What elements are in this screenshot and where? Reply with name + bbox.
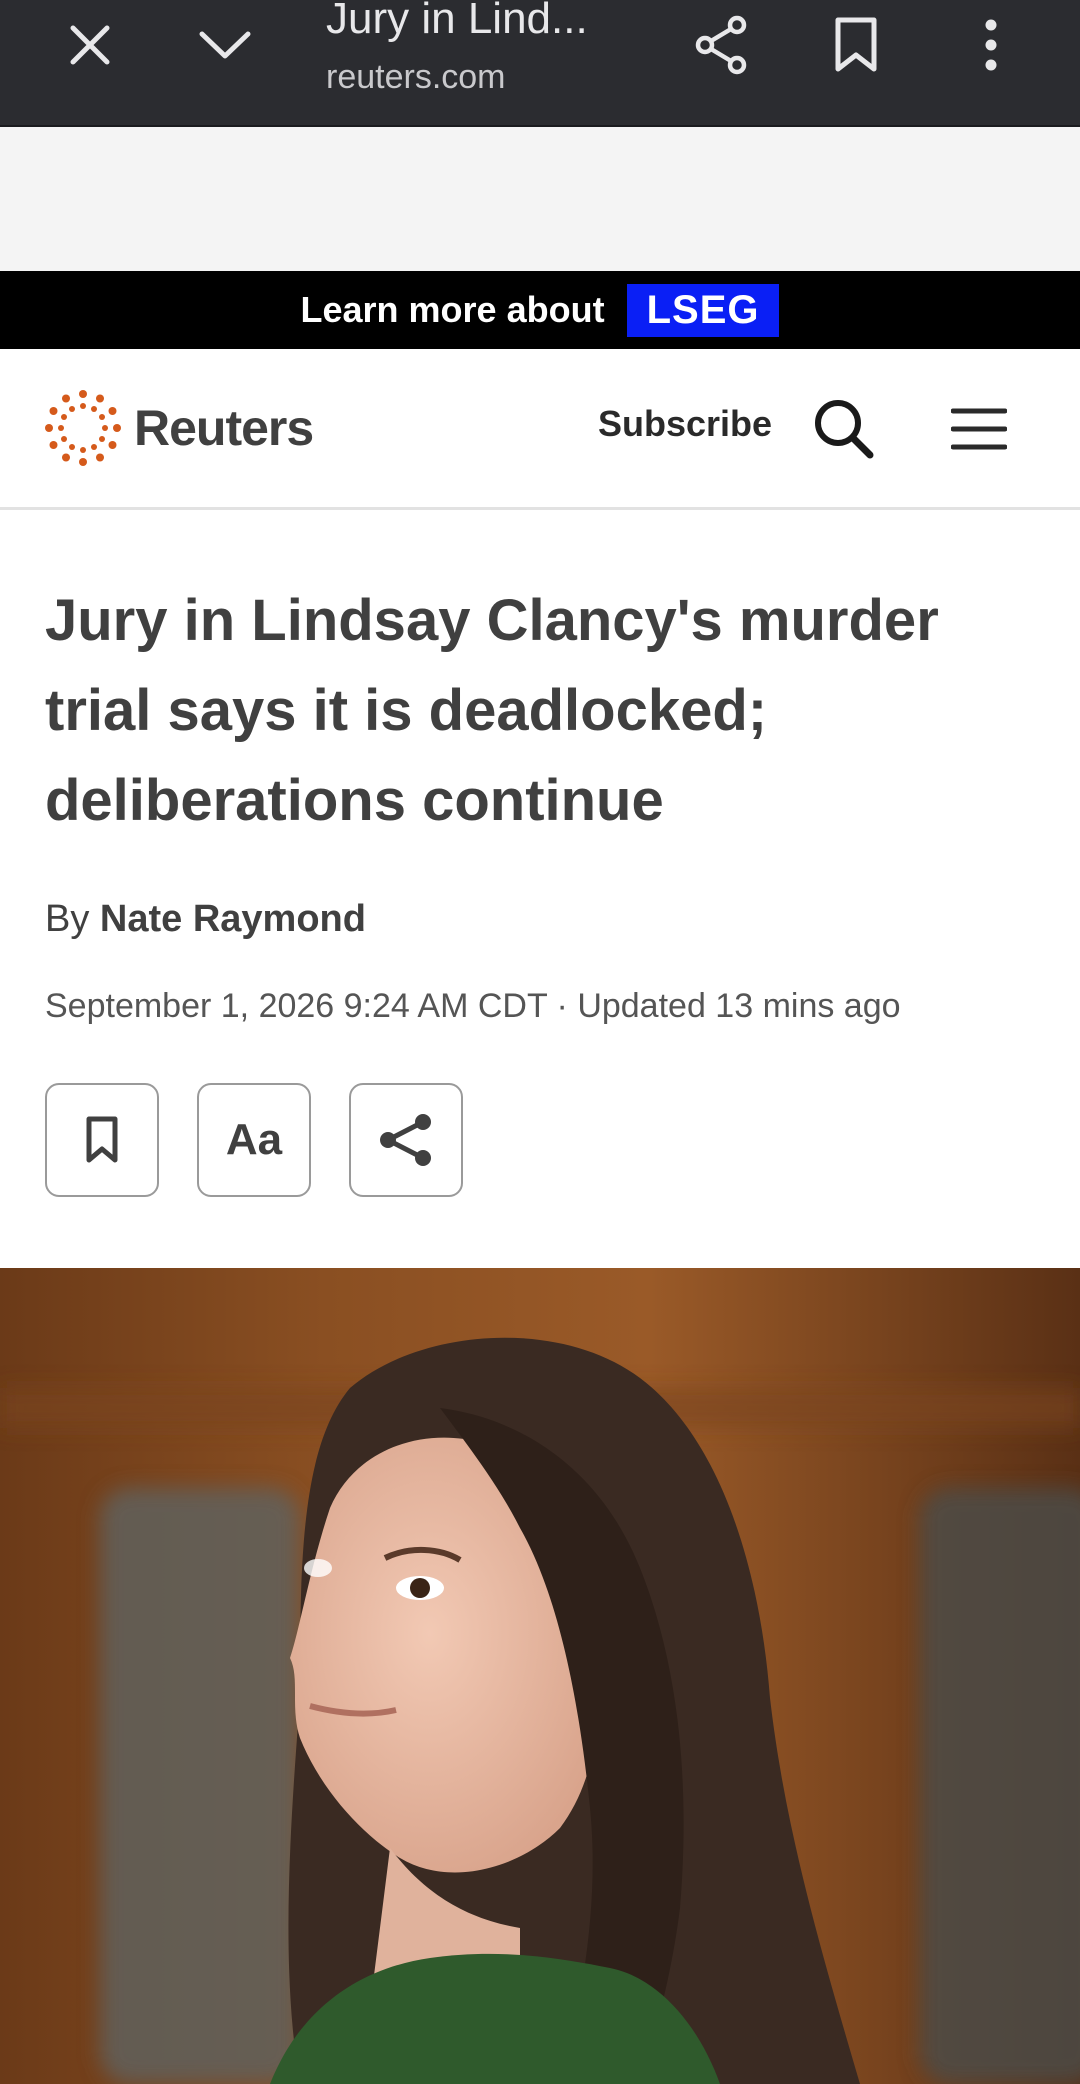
share-article-button[interactable] — [349, 1083, 463, 1197]
byline-prefix: By — [45, 898, 90, 940]
tab-title[interactable]: Jury in Lind... — [326, 0, 588, 44]
ad-brand: LSEG — [626, 283, 780, 337]
share-icon[interactable] — [676, 0, 766, 90]
lseg-ad-banner[interactable]: Learn more about LSEG — [0, 271, 1080, 349]
hamburger-menu-icon[interactable] — [944, 391, 1014, 467]
author-link[interactable]: Nate Raymond — [100, 898, 366, 940]
article-headline: Jury in Lindsay Clancy's murder trial sa… — [45, 588, 939, 833]
bookmark-icon — [86, 1116, 118, 1163]
save-article-button[interactable] — [45, 1083, 159, 1197]
ad-placeholder — [0, 127, 1080, 271]
text-size-button[interactable]: Aa — [197, 1083, 311, 1197]
article-photo — [0, 1268, 1080, 2084]
ad-text: Learn more about — [300, 289, 605, 330]
browser-toolbar: Jury in Lind... reuters.com — [0, 0, 1080, 127]
reuters-logo[interactable]: Reuters — [44, 389, 314, 467]
text-size-label: Aa — [225, 1115, 283, 1164]
site-header: Reuters Subscribe — [0, 349, 1080, 510]
more-vert-icon[interactable] — [946, 0, 1036, 90]
dateline: September 1, 2026 9:24 AM CDT · Updated … — [45, 987, 901, 1025]
share-icon — [380, 1114, 431, 1166]
logo-wordmark: Reuters — [134, 400, 314, 456]
chevron-down-icon[interactable] — [180, 0, 270, 90]
close-icon[interactable] — [45, 0, 135, 90]
search-icon[interactable] — [806, 391, 882, 467]
byline: By Nate Raymond — [45, 898, 366, 941]
reuters-logo-icon — [45, 390, 121, 466]
subscribe-link[interactable]: Subscribe — [598, 403, 772, 445]
bookmark-icon[interactable] — [811, 0, 901, 90]
url-text[interactable]: reuters.com — [326, 58, 506, 97]
